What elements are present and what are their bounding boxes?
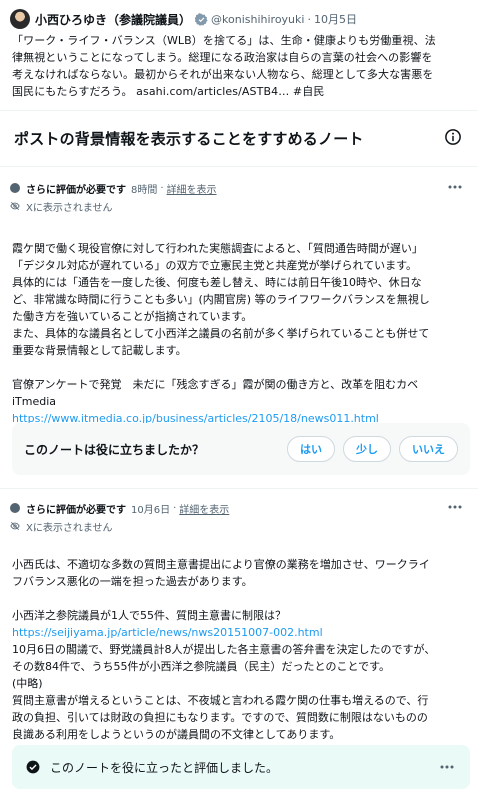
note-meta: さらに評価が必要です 10月6日 · 詳細を表示 xyxy=(10,500,468,516)
note-time: 8時間 xyxy=(131,184,158,196)
post-header: 小西ひろゆき（参議院議員） @konishihiroyuki · 10月5日 xyxy=(10,8,468,30)
note-line: (中略) xyxy=(12,677,43,690)
note-body: 小西氏は、不適切な多数の質問主意書提出により官僚の業務を増加させ、ワークライ フ… xyxy=(10,556,468,743)
note-line: iTmedia xyxy=(12,395,57,408)
rated-confirmation: このノートを役に立ったと評価しました。 xyxy=(12,745,470,789)
note-line: 10月6日の閣議で、野党議員計8人が提出した各主意書の答弁書を決定したのですが、 xyxy=(12,643,436,656)
note-line: 具体的には「通告を一度した後、何度も差し替え、時には前日午後10時や、休日な xyxy=(12,276,422,289)
visibility-text: Xに表示されません xyxy=(26,202,113,214)
visibility-status: Xに表示されません xyxy=(10,518,468,534)
rate-somewhat-button[interactable]: 少し xyxy=(343,436,391,462)
note-line: 質問主意書が増えるということは、不夜城と言われる霞ケ関の仕事も増えるので、行 xyxy=(12,694,429,707)
notes-section-header: ポストの背景情報を表示することをすすめるノート xyxy=(0,110,478,166)
show-details-link[interactable]: 詳細を表示 xyxy=(167,181,217,196)
author-handle[interactable]: @konishihiroyuki xyxy=(211,13,304,26)
divider xyxy=(0,166,478,167)
rate-no-button[interactable]: いいえ xyxy=(399,436,458,462)
post-date[interactable]: 10月5日 xyxy=(314,11,357,27)
post-line: 「ワーク・ライフ・バランス（WLB）を捨てる」は、生命・健康よりも労働重視、法 xyxy=(12,34,436,47)
post-text: 「ワーク・ライフ・バランス（WLB）を捨てる」は、生命・健康よりも労働重視、法 … xyxy=(10,32,468,100)
note-line: 霞ケ関で働く現役官僚に対して行われた実態調査によると、「質問通告時間が遅い」 xyxy=(12,242,423,255)
note-line: その数84件で、うち55件が小西洋之参院議員（民主）だったとのことです。 xyxy=(12,660,391,673)
post-line-text: 国民にもたらすだろう。 xyxy=(12,85,137,98)
rate-yes-button[interactable]: はい xyxy=(287,436,335,462)
note-line: 政の負担、引いては財政の負担にもなります。ですので、質問数に制限はないものの xyxy=(12,711,428,724)
source-link[interactable]: https://seijiyama.jp/article/news/nws201… xyxy=(12,624,468,641)
post: 小西ひろゆき（参議院議員） @konishihiroyuki · 10月5日 「… xyxy=(0,0,478,108)
note-line xyxy=(12,359,468,376)
article-link[interactable]: asahi.com/articles/ASTB4… xyxy=(136,85,289,98)
dot-separator: · xyxy=(160,182,164,194)
post-line: 考えなければならない。最初からそれが出来ない人物なら、総理として多大な害悪を xyxy=(12,68,434,81)
show-details-link[interactable]: 詳細を表示 xyxy=(179,501,229,516)
note-body: 霞ケ関で働く現役官僚に対して行われた実態調査によると、「質問通告時間が遅い」 「… xyxy=(10,240,468,427)
info-icon[interactable] xyxy=(444,128,462,146)
author-name[interactable]: 小西ひろゆき（参議院議員） xyxy=(35,11,191,28)
note-line: 良識ある利用をしようというのが議員間の不文律としてあります。 xyxy=(12,728,341,741)
eye-off-icon xyxy=(10,201,20,211)
eye-off-icon xyxy=(10,521,20,531)
rating-prompt: このノートは役に立ちましたか？ はい 少し いいえ xyxy=(12,423,470,475)
post-line: 国民にもたらすだろう。 asahi.com/articles/ASTB4… #自… xyxy=(12,83,468,100)
more-icon[interactable] xyxy=(440,765,454,769)
note-line: フバランス悪化の一端を担った過去があります。 xyxy=(12,575,253,588)
note-line: 官僚アンケートで発覚 未だに「残念すぎる」霞が関の働き方と、改革を阻むカベ xyxy=(12,378,419,391)
post-line: 律無視ということになってしまう。総理になる政治家は自らの言葉の社会への影響を xyxy=(12,51,433,64)
note-line: 小西氏は、不適切な多数の質問主意書提出により官僚の業務を増加させ、ワークライ xyxy=(12,558,430,571)
visibility-status: Xに表示されません xyxy=(10,198,468,214)
dot-separator: · xyxy=(307,12,311,26)
more-icon[interactable] xyxy=(448,185,462,189)
note-line: 重要な背景情報として記載します。 xyxy=(12,344,187,357)
dot-separator: · xyxy=(173,502,177,514)
note-line xyxy=(12,590,468,607)
more-icon[interactable] xyxy=(448,505,462,509)
divider xyxy=(0,488,478,489)
community-note: さらに評価が必要です 8時間 · 詳細を表示 Xに表示されません 霞ケ関で働く現… xyxy=(0,180,478,427)
avatar[interactable] xyxy=(10,9,30,29)
note-line: また、具体的な議員名として小西洋之議員の名前が多く挙げられていることも併せて xyxy=(12,327,430,340)
notes-section-title: ポストの背景情報を表示することをすすめるノート xyxy=(14,129,364,148)
note-line: ど、非常識な時間に行うことも多い」(内閣官房) 等のライフワークバランスを無視し xyxy=(12,293,430,306)
note-line: 小西洋之参院議員が1人で55件、質問主意書に制限は？ xyxy=(12,609,286,622)
status-indicator xyxy=(10,183,20,193)
visibility-text: Xに表示されません xyxy=(26,522,113,534)
community-note: さらに評価が必要です 10月6日 · 詳細を表示 Xに表示されません 小西氏は、… xyxy=(0,500,478,743)
note-line: 「デジタル対応が遅れている」の双方で立憲民主党と共産党が挙げられています。 xyxy=(12,259,418,272)
rating-question: このノートは役に立ちましたか？ xyxy=(24,442,205,457)
status-indicator xyxy=(10,503,20,513)
note-status: さらに評価が必要です xyxy=(26,504,126,516)
note-meta: さらに評価が必要です 8時間 · 詳細を表示 xyxy=(10,180,468,196)
rated-text: このノートを役に立ったと評価しました。 xyxy=(50,760,279,775)
note-status: さらに評価が必要です xyxy=(26,184,126,196)
hashtag-link[interactable]: #自民 xyxy=(289,85,324,98)
note-line: た働き方を強いていることが指摘されています。 xyxy=(12,310,253,323)
note-time: 10月6日 xyxy=(131,504,171,516)
verified-badge-icon xyxy=(195,12,208,26)
check-circle-icon xyxy=(26,760,40,774)
